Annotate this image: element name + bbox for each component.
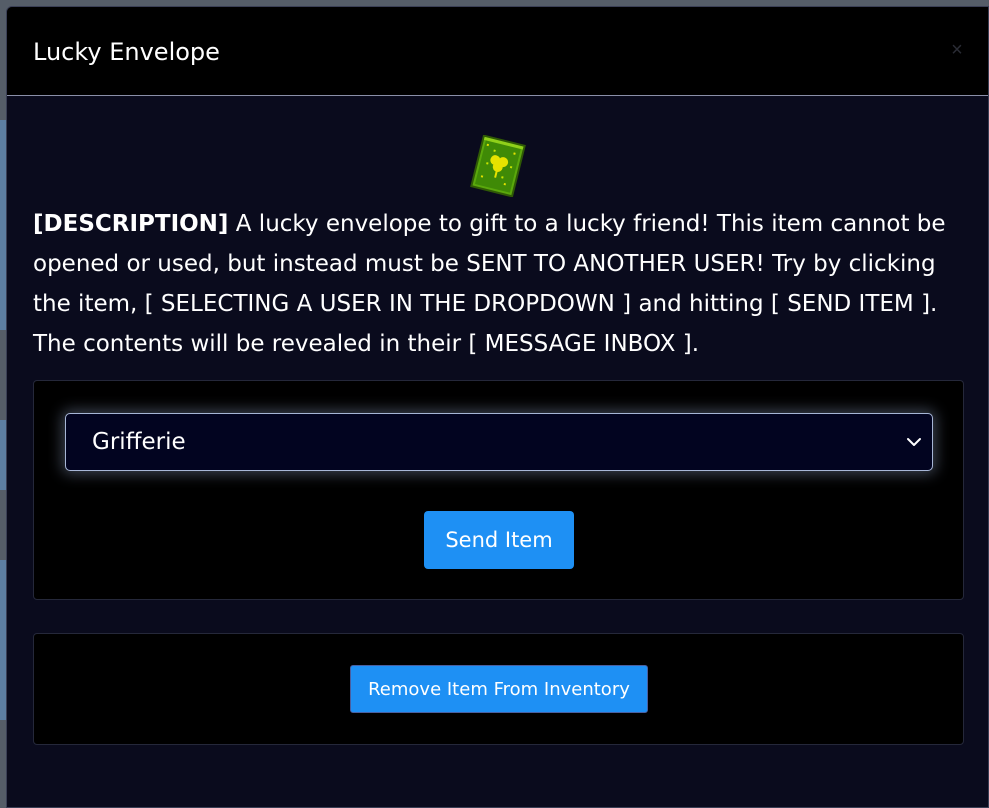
send-item-button[interactable]: Send Item bbox=[424, 511, 574, 569]
selected-user-value: Grifferie bbox=[92, 429, 186, 455]
close-button[interactable]: × bbox=[948, 39, 966, 61]
user-select-dropdown[interactable]: Grifferie bbox=[65, 413, 933, 471]
remove-item-button[interactable]: Remove Item From Inventory bbox=[350, 665, 648, 713]
remove-item-panel: Remove Item From Inventory bbox=[33, 633, 964, 745]
item-description: [DESCRIPTION] A lucky envelope to gift t… bbox=[33, 204, 963, 364]
chevron-down-icon bbox=[907, 438, 921, 446]
lucky-envelope-icon bbox=[470, 135, 526, 197]
close-icon: × bbox=[951, 39, 963, 61]
description-label: [DESCRIPTION] bbox=[33, 211, 229, 237]
modal-title: Lucky Envelope bbox=[33, 38, 220, 66]
item-modal: Lucky Envelope × [DESCRIPTION] A lucky e… bbox=[6, 6, 989, 808]
modal-header: Lucky Envelope × bbox=[7, 7, 988, 96]
send-item-panel: Grifferie Send Item bbox=[33, 380, 964, 600]
